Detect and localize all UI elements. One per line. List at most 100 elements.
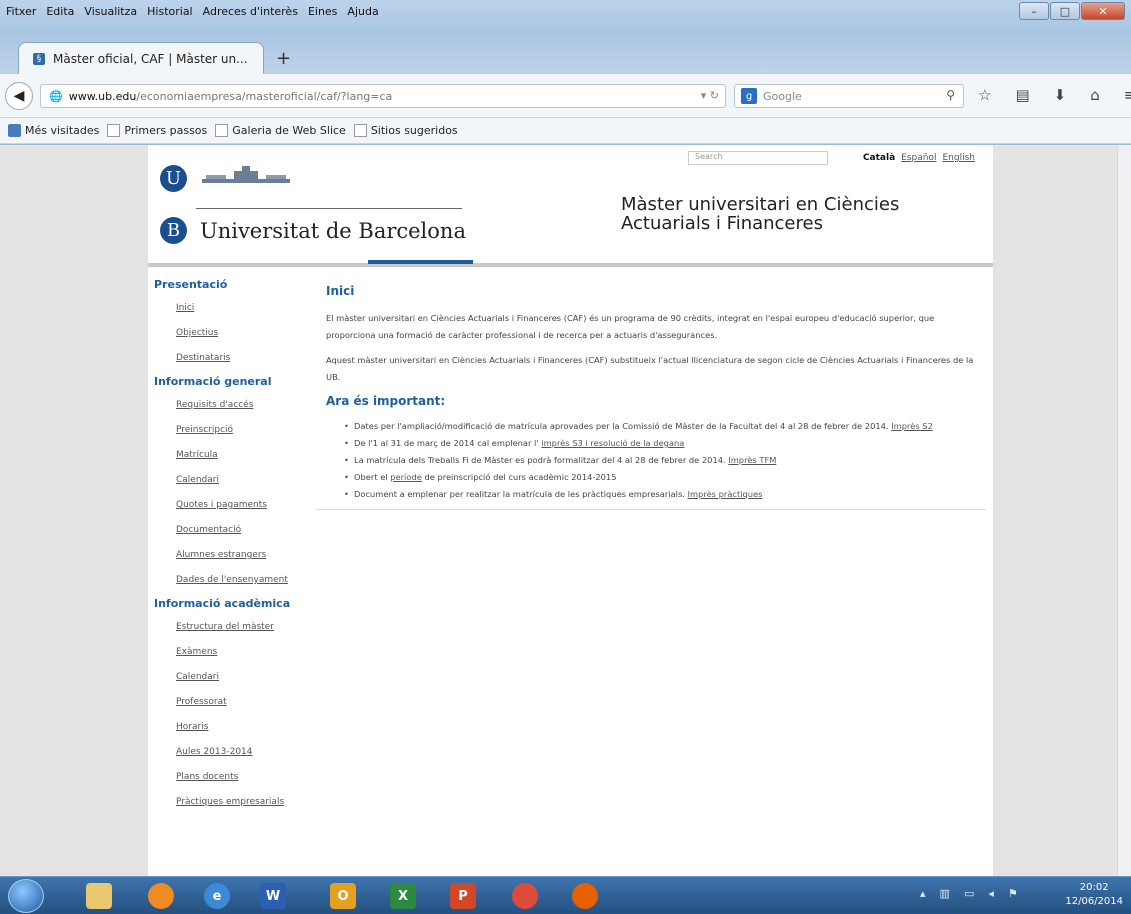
bookmark-primers-passos[interactable]: Primers passos bbox=[107, 124, 207, 137]
sidebar-item-aules[interactable]: Aules 2013-2014 bbox=[148, 740, 308, 765]
tab-title: Màster oficial, CAF | Màster un... bbox=[53, 51, 248, 66]
taskbar-firefox[interactable] bbox=[558, 880, 612, 912]
sidebar-item-estructura[interactable]: Estructura del màster bbox=[148, 615, 308, 640]
menu-historial[interactable]: Historial bbox=[147, 5, 192, 18]
lang-espanol[interactable]: Español bbox=[901, 153, 936, 163]
sidebar-item-examens[interactable]: Exàmens bbox=[148, 640, 308, 665]
network-icon[interactable]: ▥ bbox=[940, 887, 950, 900]
sidebar-item-dades[interactable]: Dades de l'ensenyament bbox=[148, 568, 308, 593]
media-player-icon bbox=[148, 883, 174, 909]
minimize-button[interactable]: – bbox=[1019, 2, 1049, 20]
sidebar-section-informacio-academica[interactable]: Informació acadèmica bbox=[148, 593, 308, 615]
language-switcher: Català Español English bbox=[863, 153, 975, 163]
display-icon[interactable]: ▭ bbox=[964, 887, 974, 900]
sidebar-item-practiques[interactable]: Pràctiques empresarials bbox=[148, 790, 308, 815]
start-button[interactable] bbox=[8, 879, 44, 913]
bookmark-sitios[interactable]: Sitios sugeridos bbox=[353, 124, 458, 137]
powerpoint-icon: P bbox=[450, 883, 476, 909]
web-page: Search Català Español English U B Univer… bbox=[148, 145, 993, 876]
sidebar-item-horaris[interactable]: Horaris bbox=[148, 715, 308, 740]
folder-icon bbox=[86, 883, 112, 909]
taskbar: e W O X P ▴ ▥ ▭ ◂ ⚑ 20:02 12/06/2014 bbox=[0, 876, 1131, 914]
impres-practiques-link[interactable]: Imprès pràctiques bbox=[688, 489, 763, 499]
volume-icon[interactable]: ◂ bbox=[988, 887, 994, 900]
menu-edita[interactable]: Edita bbox=[46, 5, 74, 18]
taskbar-explorer[interactable] bbox=[72, 880, 126, 912]
search-bar[interactable]: g Google ⚲ bbox=[734, 84, 964, 108]
excel-icon: X bbox=[390, 883, 416, 909]
taskbar-ie[interactable]: e bbox=[190, 880, 244, 912]
list-item: De l'1 al 31 de març de 2014 cal emplena… bbox=[344, 435, 974, 452]
ub-logo-u-icon[interactable]: U bbox=[160, 165, 187, 192]
reading-list-icon[interactable]: ▤ bbox=[1015, 86, 1029, 104]
sidebar-item-quotes[interactable]: Quotes i pagaments bbox=[148, 493, 308, 518]
flag-icon[interactable]: ⚑ bbox=[1008, 887, 1018, 900]
tray-arrow-icon[interactable]: ▴ bbox=[920, 887, 926, 900]
system-tray: ▴ ▥ ▭ ◂ ⚑ bbox=[920, 887, 1018, 900]
back-arrow-icon[interactable]: ◀ bbox=[5, 82, 33, 110]
firefox-icon bbox=[572, 883, 598, 909]
url-domain: www.ub.edu bbox=[68, 89, 137, 103]
sidebar-item-destinataris[interactable]: Destinataris bbox=[148, 346, 308, 371]
home-icon[interactable]: ⌂ bbox=[1090, 86, 1100, 104]
new-tab-icon[interactable]: + bbox=[276, 48, 291, 69]
search-placeholder: Google bbox=[763, 89, 802, 103]
vertical-scrollbar[interactable] bbox=[1117, 145, 1131, 876]
menu-fitxer[interactable]: Fitxer bbox=[6, 5, 36, 18]
bookmark-mes-visitades[interactable]: Més visitades bbox=[8, 124, 99, 137]
bookmark-web-slice[interactable]: Galeria de Web Slice bbox=[215, 124, 346, 137]
sidebar: Presentació Inici Objectius Destinataris… bbox=[148, 274, 308, 815]
bookmark-star-icon[interactable]: ☆ bbox=[978, 86, 991, 104]
sidebar-item-calendari-academic[interactable]: Calendari bbox=[148, 665, 308, 690]
sidebar-section-presentacio[interactable]: Presentació bbox=[148, 274, 308, 296]
menu-ajuda[interactable]: Ajuda bbox=[347, 5, 378, 18]
lang-english[interactable]: English bbox=[943, 153, 976, 163]
list-item: Dates per l'ampliació/modificació de mat… bbox=[344, 418, 974, 435]
folder-icon bbox=[8, 124, 21, 137]
internet-explorer-icon: e bbox=[204, 883, 230, 909]
periode-link[interactable]: període bbox=[390, 472, 422, 482]
taskbar-outlook[interactable]: O bbox=[316, 880, 370, 912]
menu-hamburger-icon[interactable]: ≡ bbox=[1124, 86, 1131, 104]
sidebar-item-documentacio[interactable]: Documentació bbox=[148, 518, 308, 543]
taskbar-word[interactable]: W bbox=[246, 880, 300, 912]
sidebar-item-calendari[interactable]: Calendari bbox=[148, 468, 308, 493]
menu-adreces[interactable]: Adreces d'interès bbox=[203, 5, 298, 18]
taskbar-chrome[interactable] bbox=[498, 880, 552, 912]
site-search-input[interactable]: Search bbox=[688, 151, 828, 165]
tab-active[interactable]: § Màster oficial, CAF | Màster un... bbox=[18, 42, 264, 74]
sidebar-item-professorat[interactable]: Professorat bbox=[148, 690, 308, 715]
sidebar-item-requisits[interactable]: Requisits d'accés bbox=[148, 393, 308, 418]
close-window-button[interactable]: ✕ bbox=[1081, 2, 1125, 20]
impres-s3-link[interactable]: imprès S3 i resolució de la degana bbox=[541, 438, 684, 448]
sidebar-item-alumnes[interactable]: Alumnes estrangers bbox=[148, 543, 308, 568]
sidebar-item-preinscripcio[interactable]: Preinscripció bbox=[148, 418, 308, 443]
search-icon[interactable]: ⚲ bbox=[946, 88, 955, 102]
main-content: Inici El màster universitari en Ciències… bbox=[316, 274, 986, 510]
sidebar-item-inici[interactable]: Inici bbox=[148, 296, 308, 321]
taskbar-powerpoint[interactable]: P bbox=[436, 880, 490, 912]
sidebar-item-plans-docents[interactable]: Plans docents bbox=[148, 765, 308, 790]
chrome-icon bbox=[512, 883, 538, 909]
ub-logo-b-icon[interactable]: B bbox=[160, 217, 187, 244]
download-icon[interactable]: ⬇ bbox=[1054, 86, 1067, 104]
list-item: La matrícula dels Treballs Fi de Màster … bbox=[344, 452, 974, 469]
sidebar-item-objectius[interactable]: Objectius bbox=[148, 321, 308, 346]
impres-tfm-link[interactable]: Imprès TFM bbox=[728, 455, 776, 465]
taskbar-excel[interactable]: X bbox=[376, 880, 430, 912]
lang-catala[interactable]: Català bbox=[863, 153, 895, 163]
menu-bar: Fitxer Edita Visualitza Historial Adrece… bbox=[0, 0, 1131, 34]
menu-eines[interactable]: Eines bbox=[308, 5, 337, 18]
impres-s2-link[interactable]: Imprès S2 bbox=[891, 421, 933, 431]
bookmarks-bar: Més visitades Primers passos Galeria de … bbox=[0, 118, 1131, 144]
menu-visualitza[interactable]: Visualitza bbox=[84, 5, 137, 18]
reload-icon[interactable]: ▾ ↻ bbox=[701, 89, 719, 102]
url-bar[interactable]: 🌐 www.ub.edu/economiaempresa/masterofici… bbox=[40, 84, 726, 108]
taskbar-media[interactable] bbox=[134, 880, 188, 912]
second-paragraph: Aquest màster universitari en Ciències A… bbox=[326, 355, 974, 382]
sidebar-section-informacio-general[interactable]: Informació general bbox=[148, 371, 308, 393]
university-name[interactable]: Universitat de Barcelona bbox=[200, 219, 466, 243]
sidebar-item-matricula[interactable]: Matrícula bbox=[148, 443, 308, 468]
clock[interactable]: 20:02 12/06/2014 bbox=[1065, 881, 1123, 909]
maximize-button[interactable]: □ bbox=[1050, 2, 1080, 20]
